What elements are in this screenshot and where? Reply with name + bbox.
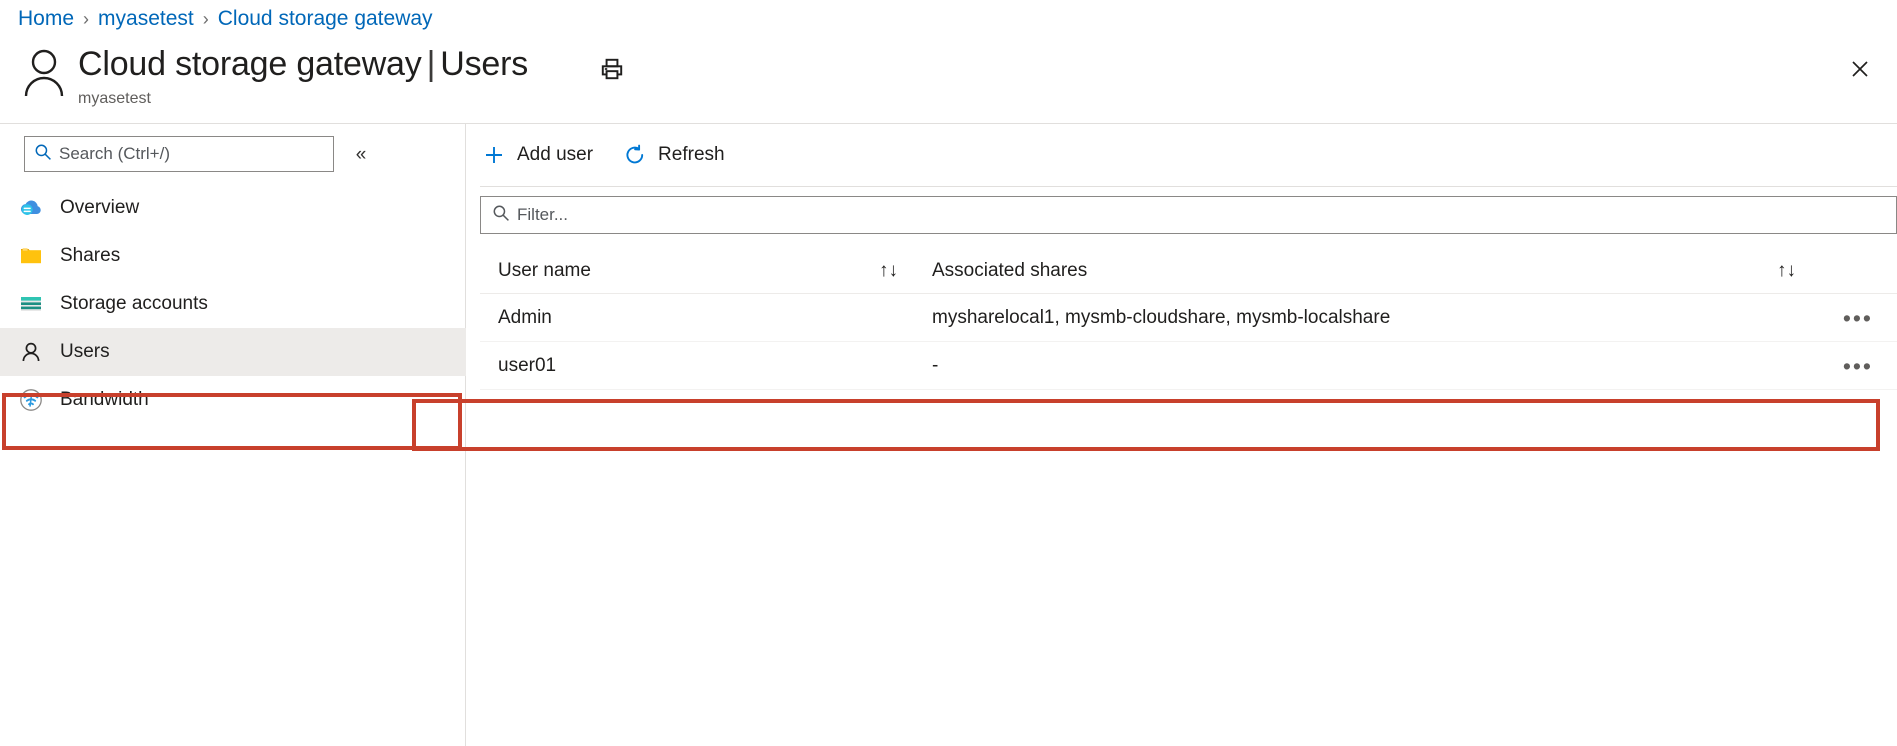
- sidebar: « Overview: [0, 124, 466, 746]
- cell-user-name: user01: [480, 342, 916, 389]
- refresh-icon: [623, 143, 647, 167]
- table-header-user-name: User name ↑↓: [480, 248, 916, 293]
- printer-icon[interactable]: [592, 50, 632, 88]
- person-icon: [18, 44, 70, 100]
- cell-associated-shares: -: [916, 342, 1814, 389]
- cloud-icon: [18, 195, 44, 221]
- close-icon[interactable]: [1841, 50, 1879, 88]
- breadcrumb: Home › myasetest › Cloud storage gateway: [18, 5, 433, 33]
- page-title-divider: |: [427, 45, 436, 83]
- sidebar-search[interactable]: [24, 136, 334, 172]
- sidebar-item-label: Users: [60, 341, 110, 363]
- ellipsis-icon[interactable]: •••: [1839, 307, 1877, 329]
- table-header-associated-shares-label[interactable]: Associated shares: [932, 260, 1087, 282]
- command-bar: Add user Refresh: [467, 132, 727, 178]
- bandwidth-icon: [18, 387, 44, 413]
- table-row[interactable]: user01 - •••: [480, 342, 1897, 390]
- ellipsis-icon[interactable]: •••: [1839, 355, 1877, 377]
- breadcrumb-separator-icon: ›: [203, 5, 209, 33]
- sidebar-item-storage-accounts[interactable]: Storage accounts: [0, 280, 466, 328]
- breadcrumb-item-home[interactable]: Home: [18, 5, 74, 33]
- sidebar-nav-list: Overview Shares: [0, 184, 466, 424]
- refresh-button[interactable]: Refresh: [621, 139, 727, 171]
- search-input[interactable]: [59, 144, 325, 164]
- page-title: Cloud storage gateway|Users: [78, 42, 528, 86]
- main-content: Add user Refresh: [467, 124, 1897, 746]
- cell-actions: •••: [1814, 342, 1897, 389]
- sidebar-item-overview[interactable]: Overview: [0, 184, 466, 232]
- table-row[interactable]: Admin mysharelocal1, mysmb-cloudshare, m…: [480, 294, 1897, 342]
- sort-updown-icon[interactable]: ↑↓: [1777, 260, 1796, 282]
- search-icon: [33, 142, 53, 167]
- sidebar-item-shares[interactable]: Shares: [0, 232, 466, 280]
- sort-updown-icon[interactable]: ↑↓: [879, 260, 898, 282]
- sidebar-item-bandwidth[interactable]: Bandwidth: [0, 376, 466, 424]
- users-table: User name ↑↓ Associated shares ↑↓ Admin …: [480, 248, 1897, 390]
- refresh-label: Refresh: [658, 144, 725, 166]
- blade-title-block: Cloud storage gateway|Users myasetest: [18, 42, 528, 110]
- chevron-double-left-icon[interactable]: «: [346, 140, 376, 168]
- breadcrumb-item-cloud-storage-gateway[interactable]: Cloud storage gateway: [218, 5, 433, 33]
- command-bar-divider: [480, 186, 1897, 187]
- add-user-label: Add user: [517, 144, 593, 166]
- breadcrumb-separator-icon: ›: [83, 5, 89, 33]
- table-header-row: User name ↑↓ Associated shares ↑↓: [480, 248, 1897, 294]
- sidebar-item-label: Storage accounts: [60, 293, 208, 315]
- table-header-user-name-label[interactable]: User name: [498, 260, 591, 282]
- azure-portal-blade: Home › myasetest › Cloud storage gateway…: [0, 0, 1897, 746]
- search-icon: [491, 203, 511, 228]
- page-subtitle: myasetest: [78, 88, 528, 110]
- sidebar-item-label: Overview: [60, 197, 139, 219]
- table-header-actions: [1814, 248, 1897, 293]
- sidebar-item-label: Bandwidth: [60, 389, 149, 411]
- sidebar-item-users[interactable]: Users: [0, 328, 466, 376]
- sidebar-item-label: Shares: [60, 245, 120, 267]
- plus-icon: [482, 143, 506, 167]
- folder-icon: [18, 243, 44, 269]
- storage-account-icon: [18, 291, 44, 317]
- filter-input[interactable]: [517, 205, 1886, 225]
- breadcrumb-item-myasetest[interactable]: myasetest: [98, 5, 194, 33]
- add-user-button[interactable]: Add user: [480, 139, 595, 171]
- cell-associated-shares: mysharelocal1, mysmb-cloudshare, mysmb-l…: [916, 294, 1814, 341]
- table-header-associated-shares: Associated shares ↑↓: [916, 248, 1814, 293]
- person-icon: [18, 339, 44, 365]
- page-title-section: Users: [440, 45, 528, 83]
- cell-user-name: Admin: [480, 294, 916, 341]
- filter-box[interactable]: [480, 196, 1897, 234]
- cell-actions: •••: [1814, 294, 1897, 341]
- page-title-resource: Cloud storage gateway: [78, 45, 422, 83]
